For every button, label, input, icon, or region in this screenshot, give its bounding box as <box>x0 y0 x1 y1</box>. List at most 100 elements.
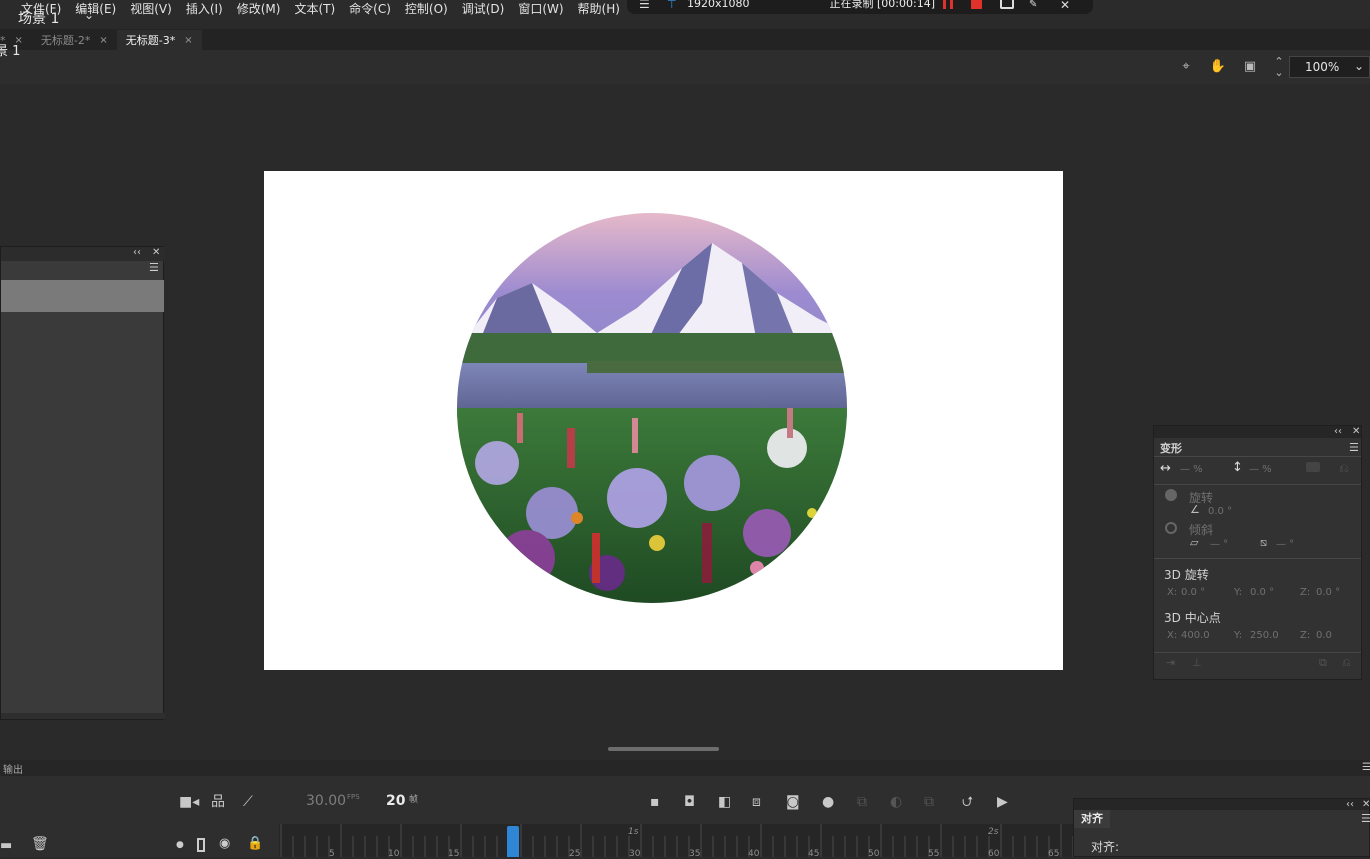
close-tab-icon[interactable]: × <box>99 35 107 46</box>
menu-modify[interactable]: 修改(M) <box>230 0 288 18</box>
auto-keyframe-icon[interactable]: ⧈ <box>752 794 761 810</box>
collapse-icon[interactable]: ‹‹ <box>1346 799 1354 810</box>
chevron-down-icon[interactable]: ⌄ <box>84 8 94 22</box>
skew-vertical-icon: ⧅ <box>1260 536 1267 549</box>
collapse-icon[interactable]: ‹‹ <box>1334 426 1342 437</box>
center-3d-x[interactable]: 400.0 <box>1181 630 1210 641</box>
collapse-icon[interactable]: ‹‹ <box>133 247 141 258</box>
frame-number: 10 <box>388 849 400 859</box>
scene-bar <box>0 50 1370 84</box>
insert-blank-keyframe-icon[interactable]: ◘ <box>684 794 695 810</box>
pause-icon[interactable] <box>943 0 953 9</box>
recorder-menu-icon[interactable]: ☰ <box>639 0 650 11</box>
close-icon[interactable]: ✕ <box>1060 0 1070 12</box>
close-tab-icon[interactable]: × <box>184 35 192 46</box>
trash-icon[interactable]: 🗑 <box>31 836 49 852</box>
menu-help[interactable]: 帮助(H) <box>571 0 627 18</box>
rotate-radio[interactable] <box>1165 489 1177 501</box>
center-3d-y[interactable]: 250.0 <box>1250 630 1279 641</box>
tab-doc-2[interactable]: 无标题-2* × <box>32 30 117 50</box>
x-label: X: <box>1167 630 1178 641</box>
y-label: Y: <box>1234 587 1243 598</box>
close-icon[interactable]: ✕ <box>1362 799 1370 810</box>
onion-skin-icon[interactable]: ● <box>822 794 834 810</box>
output-tab[interactable]: 输出 <box>3 761 23 776</box>
rotate-3d-x[interactable]: 0.0 ° <box>1181 587 1205 598</box>
new-folder-icon[interactable]: ▬ <box>0 838 12 853</box>
width-percent[interactable]: — % <box>1180 464 1203 475</box>
panel-menu-icon[interactable]: ☰ <box>1349 441 1359 454</box>
stop-icon[interactable] <box>971 0 982 9</box>
graph-icon[interactable]: ⟋ <box>243 794 253 810</box>
remove-frame-icon[interactable]: ◙ <box>786 794 800 810</box>
loop-icon[interactable]: ⮍ <box>962 794 973 810</box>
skew-v-value[interactable]: — ° <box>1276 539 1294 550</box>
skew-radio[interactable] <box>1165 522 1177 534</box>
panel-menu-icon[interactable]: ☰ <box>1361 812 1370 825</box>
menu-text[interactable]: 文本(T) <box>287 0 342 18</box>
landscape-image[interactable] <box>457 213 847 603</box>
play-icon[interactable]: ▶ <box>997 794 1008 810</box>
skew-h-value[interactable]: — ° <box>1210 539 1228 550</box>
tab-align[interactable]: 对齐 <box>1074 810 1110 828</box>
rotate-3d-label: 3D 旋转 <box>1164 568 1209 582</box>
menu-commands[interactable]: 命令(C) <box>342 0 398 18</box>
panel-menu-icon[interactable]: ☰ <box>149 261 159 274</box>
modify-markers-icon[interactable]: ⧉ <box>924 794 934 810</box>
reset-icon[interactable]: ⎌ <box>1339 461 1349 476</box>
onion-outline-icon[interactable]: ⧉ <box>857 794 867 810</box>
frame-number: 35 <box>689 849 701 859</box>
camera-icon[interactable] <box>1000 0 1014 9</box>
frame-number: 40 <box>748 849 760 859</box>
close-icon[interactable]: ✕ <box>1352 426 1360 437</box>
menu-edit[interactable]: 编辑(E) <box>68 0 123 18</box>
pen-icon[interactable]: ✎ <box>1029 0 1037 10</box>
panel-menu-icon[interactable]: ☰ <box>1362 762 1370 773</box>
menu-window[interactable]: 窗口(W) <box>511 0 570 18</box>
menu-insert[interactable]: 插入(I) <box>179 0 230 18</box>
hand-tool-icon[interactable]: ✋ <box>1209 58 1227 76</box>
rotate-3d-y[interactable]: 0.0 ° <box>1250 587 1274 598</box>
rotate-3d-z[interactable]: 0.0 ° <box>1316 587 1340 598</box>
pasteboard-scroll-handle[interactable] <box>608 747 719 751</box>
duplicate-icon[interactable]: ⧉ <box>1319 656 1327 670</box>
edit-multiple-icon[interactable]: ◐ <box>890 794 902 810</box>
lock-icon[interactable]: 🔒 <box>247 836 263 851</box>
height-percent[interactable]: — % <box>1249 464 1272 475</box>
reset-3d-icon[interactable]: ⇥ <box>1166 656 1175 669</box>
reset-transform-icon[interactable]: ⎌ <box>1342 656 1351 670</box>
playhead[interactable] <box>507 826 519 857</box>
clip-stage-icon[interactable]: ▣ <box>1241 58 1259 76</box>
pin-icon[interactable]: ⊤ <box>667 0 677 11</box>
close-icon[interactable]: ✕ <box>152 247 160 258</box>
scene-panel: ‹‹ ✕ ☰ <box>0 246 165 720</box>
scene-selector-label[interactable]: 场景 1 <box>18 8 59 28</box>
zoom-stepper-icon[interactable]: ⌃ ⌄ <box>1270 56 1288 78</box>
insert-frame-icon[interactable]: ◧ <box>718 794 731 810</box>
center-3d-label: 3D 中心点 <box>1164 611 1221 625</box>
frame-number: 15 <box>448 849 460 859</box>
align-bottom-icon[interactable]: ⊥ <box>1192 656 1202 669</box>
transform-panel: ‹‹ ✕ 变形 ☰ ↔ — % ↕ — % ⎌ 旋转 ∠ 0.0 ° 倾斜 ▱ … <box>1153 425 1362 680</box>
rotate-value[interactable]: 0.0 ° <box>1208 506 1232 517</box>
frame-number: 60 <box>988 849 1000 859</box>
list-item[interactable] <box>1 280 164 312</box>
current-frame[interactable]: 20 <box>386 793 405 809</box>
frame-number: 65 <box>1048 849 1060 859</box>
center-stage-icon[interactable]: ⌖ <box>1177 58 1195 76</box>
layer-depth-icon[interactable]: 品 <box>211 794 225 810</box>
visibility-off-icon[interactable]: ◉ <box>219 836 230 851</box>
insert-keyframe-icon[interactable]: ▪ <box>650 794 660 810</box>
divider <box>1154 558 1361 559</box>
dot-icon[interactable]: ● <box>176 840 184 850</box>
center-3d-z[interactable]: 0.0 <box>1316 630 1332 641</box>
fps-value[interactable]: 30.00 <box>306 793 346 809</box>
menu-debug[interactable]: 调试(D) <box>455 0 512 18</box>
camera-icon[interactable]: ■◂ <box>179 794 199 810</box>
tab-doc-3[interactable]: 无标题-3* × <box>116 30 202 50</box>
chevron-down-icon[interactable]: ⌄ <box>1354 59 1364 73</box>
outline-icon[interactable] <box>197 838 205 852</box>
menu-control[interactable]: 控制(O) <box>398 0 455 18</box>
constrain-icon[interactable] <box>1306 462 1320 472</box>
menu-view[interactable]: 视图(V) <box>123 0 179 18</box>
